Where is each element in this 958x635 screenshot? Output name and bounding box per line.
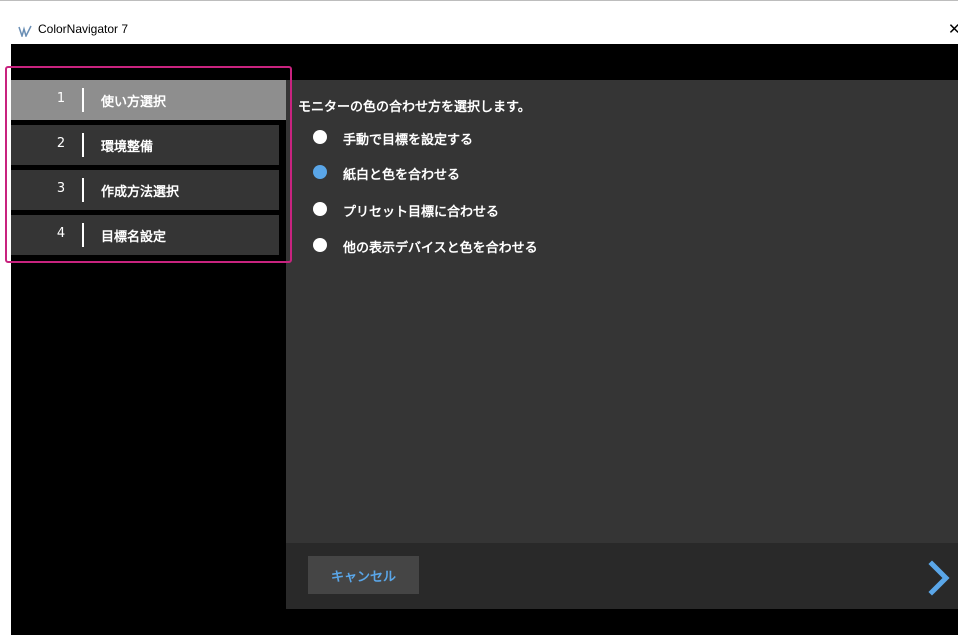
radio-button[interactable] xyxy=(313,238,327,252)
steps-highlight-frame xyxy=(5,66,292,263)
content-panel xyxy=(286,80,958,543)
option-label: 紙白と色を合わせる xyxy=(343,168,461,183)
title-bar: ColorNavigator 7 ✕ xyxy=(0,0,958,45)
cancel-button[interactable]: キャンセル xyxy=(308,556,419,594)
option-label: プリセット目標に合わせる xyxy=(343,205,500,220)
radio-button[interactable] xyxy=(313,130,327,144)
close-icon[interactable]: ✕ xyxy=(948,20,958,38)
option-label: 手動で目標を設定する xyxy=(343,133,474,148)
instruction-text: モニターの色の合わせ方を選択します。 xyxy=(298,100,531,115)
option-label: 他の表示デバイスと色を合わせる xyxy=(343,241,538,256)
window-title: ColorNavigator 7 xyxy=(38,22,129,36)
radio-button[interactable] xyxy=(313,202,327,216)
radio-button-selected[interactable] xyxy=(313,165,327,179)
colornavigator-app-icon xyxy=(18,25,32,37)
chevron-right-icon[interactable] xyxy=(926,560,952,596)
